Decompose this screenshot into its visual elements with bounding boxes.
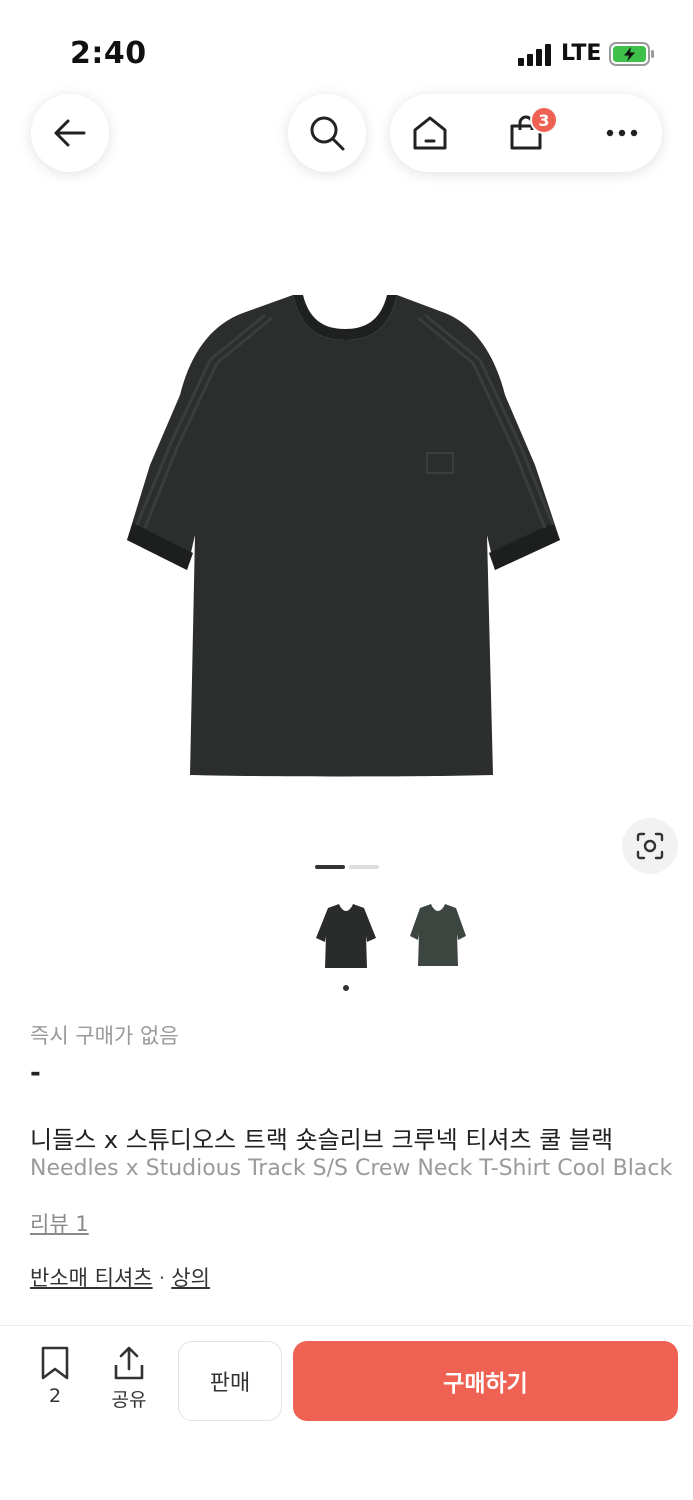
more-button[interactable] (582, 94, 662, 172)
status-bar: 2:40 LTE (0, 0, 693, 100)
share-button[interactable]: 공유 (104, 1345, 154, 1425)
search-button[interactable] (288, 94, 366, 172)
image-indicator (349, 865, 379, 869)
signal-icon (518, 44, 554, 66)
network-label: LTE (561, 41, 602, 66)
product-title-korean: 니들스 x 스튜디오스 트랙 숏슬리브 크루넥 티셔츠 쿨 블랙 (30, 1126, 614, 1154)
category-separator: · (158, 1266, 166, 1290)
share-icon (114, 1346, 144, 1380)
header-actions (390, 94, 662, 172)
image-indicator-active (315, 865, 345, 869)
home-button[interactable] (390, 94, 470, 172)
bookmark-button[interactable]: 2 (30, 1345, 80, 1425)
thumbnail-black[interactable] (314, 900, 378, 972)
sell-button[interactable]: 판매 (178, 1341, 282, 1421)
battery-icon (609, 42, 654, 66)
cart-count-badge: 3 (530, 106, 558, 134)
bottom-bar-divider (0, 1325, 693, 1326)
category-link-tops[interactable]: 상의 (171, 1266, 210, 1290)
product-title-english: Needles x Studious Track S/S Crew Neck T… (30, 1156, 673, 1181)
thumbnail-green[interactable] (406, 900, 470, 972)
thumbnail-selected-dot (343, 985, 349, 991)
back-button[interactable] (31, 94, 109, 172)
search-icon (310, 116, 345, 151)
category-breadcrumb: 반소매 티셔츠 · 상의 (30, 1262, 210, 1292)
arrow-left-icon (54, 119, 86, 147)
status-time: 2:40 (70, 36, 147, 71)
lens-icon (636, 832, 664, 860)
price-value: - (30, 1058, 41, 1088)
image-search-button[interactable] (622, 818, 678, 874)
bookmark-count: 2 (48, 1385, 62, 1407)
cart-button[interactable] (486, 94, 566, 172)
more-icon (606, 129, 638, 137)
review-link[interactable]: 리뷰 1 (30, 1208, 89, 1238)
buy-button[interactable]: 구매하기 (293, 1341, 678, 1421)
instant-purchase-label: 즉시 구매가 없음 (30, 1024, 179, 1048)
product-image[interactable] (115, 285, 575, 785)
home-icon (413, 116, 447, 150)
bookmark-icon (41, 1346, 69, 1380)
share-label: 공유 (111, 1389, 147, 1411)
category-link-short-sleeve[interactable]: 반소매 티셔츠 (30, 1266, 153, 1290)
